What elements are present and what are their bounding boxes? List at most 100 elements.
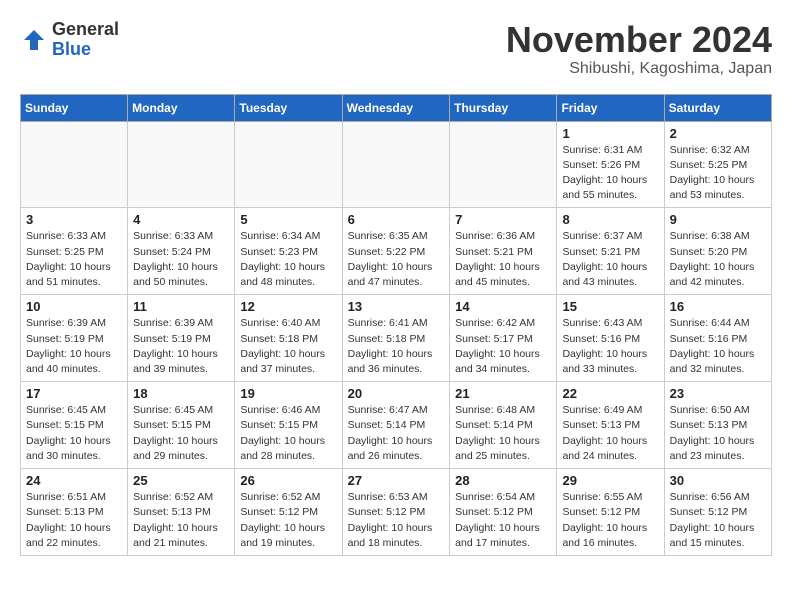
- day-info: Sunrise: 6:48 AM Sunset: 5:14 PM Dayligh…: [455, 403, 551, 464]
- day-number: 22: [562, 386, 658, 401]
- calendar-cell: 24Sunrise: 6:51 AM Sunset: 5:13 PM Dayli…: [21, 469, 128, 556]
- day-number: 21: [455, 386, 551, 401]
- day-info: Sunrise: 6:47 AM Sunset: 5:14 PM Dayligh…: [348, 403, 445, 464]
- day-number: 16: [670, 299, 766, 314]
- day-info: Sunrise: 6:52 AM Sunset: 5:13 PM Dayligh…: [133, 490, 229, 551]
- day-info: Sunrise: 6:33 AM Sunset: 5:24 PM Dayligh…: [133, 229, 229, 290]
- day-info: Sunrise: 6:33 AM Sunset: 5:25 PM Dayligh…: [26, 229, 122, 290]
- day-info: Sunrise: 6:32 AM Sunset: 5:25 PM Dayligh…: [670, 143, 766, 204]
- day-info: Sunrise: 6:51 AM Sunset: 5:13 PM Dayligh…: [26, 490, 122, 551]
- calendar-cell: 1 Sunrise: 6:31 AM Sunset: 5:26 PM Daylig…: [557, 121, 664, 208]
- calendar-cell: [450, 121, 557, 208]
- logo-general: General: [52, 20, 119, 40]
- calendar-cell: 7 Sunrise: 6:36 AM Sunset: 5:21 PM Daylig…: [450, 208, 557, 295]
- day-number: 26: [240, 473, 336, 488]
- day-info: Sunrise: 6:45 AM Sunset: 5:15 PM Dayligh…: [26, 403, 122, 464]
- calendar-cell: 15 Sunrise: 6:43 AM Sunset: 5:16 PM Dayli…: [557, 295, 664, 382]
- weekday-header: Friday: [557, 94, 664, 121]
- day-info: Sunrise: 6:50 AM Sunset: 5:13 PM Dayligh…: [670, 403, 766, 464]
- calendar-cell: 6 Sunrise: 6:35 AM Sunset: 5:22 PM Daylig…: [342, 208, 450, 295]
- logo: General Blue: [20, 20, 119, 60]
- calendar-cell: 12 Sunrise: 6:40 AM Sunset: 5:18 PM Dayli…: [235, 295, 342, 382]
- calendar-cell: 18Sunrise: 6:45 AM Sunset: 5:15 PM Dayli…: [128, 382, 235, 469]
- calendar-table: SundayMondayTuesdayWednesdayThursdayFrid…: [20, 94, 772, 556]
- day-number: 9: [670, 212, 766, 227]
- weekday-header: Tuesday: [235, 94, 342, 121]
- day-number: 12: [240, 299, 336, 314]
- calendar-week-row: 24Sunrise: 6:51 AM Sunset: 5:13 PM Dayli…: [21, 469, 772, 556]
- calendar-week-row: 1 Sunrise: 6:31 AM Sunset: 5:26 PM Daylig…: [21, 121, 772, 208]
- day-number: 29: [562, 473, 658, 488]
- day-number: 2: [670, 126, 766, 141]
- day-number: 20: [348, 386, 445, 401]
- calendar-cell: 29 Sunrise: 6:55 AM Sunset: 5:12 PM Dayli…: [557, 469, 664, 556]
- calendar-cell: 22Sunrise: 6:49 AM Sunset: 5:13 PM Dayli…: [557, 382, 664, 469]
- month-title: November 2024: [506, 20, 772, 60]
- calendar-cell: 11Sunrise: 6:39 AM Sunset: 5:19 PM Dayli…: [128, 295, 235, 382]
- weekday-header: Monday: [128, 94, 235, 121]
- logo-blue: Blue: [52, 40, 119, 60]
- day-info: Sunrise: 6:39 AM Sunset: 5:19 PM Dayligh…: [133, 316, 229, 377]
- day-number: 5: [240, 212, 336, 227]
- day-number: 3: [26, 212, 122, 227]
- calendar-cell: 4 Sunrise: 6:33 AM Sunset: 5:24 PM Daylig…: [128, 208, 235, 295]
- day-number: 27: [348, 473, 445, 488]
- day-number: 6: [348, 212, 445, 227]
- day-number: 14: [455, 299, 551, 314]
- day-number: 17: [26, 386, 122, 401]
- day-number: 23: [670, 386, 766, 401]
- calendar-cell: [128, 121, 235, 208]
- day-info: Sunrise: 6:39 AM Sunset: 5:19 PM Dayligh…: [26, 316, 122, 377]
- day-number: 13: [348, 299, 445, 314]
- weekday-header: Thursday: [450, 94, 557, 121]
- calendar-cell: 8 Sunrise: 6:37 AM Sunset: 5:21 PM Daylig…: [557, 208, 664, 295]
- day-info: Sunrise: 6:40 AM Sunset: 5:18 PM Dayligh…: [240, 316, 336, 377]
- day-number: 30: [670, 473, 766, 488]
- calendar-cell: [235, 121, 342, 208]
- day-info: Sunrise: 6:35 AM Sunset: 5:22 PM Dayligh…: [348, 229, 445, 290]
- day-number: 19: [240, 386, 336, 401]
- day-info: Sunrise: 6:31 AM Sunset: 5:26 PM Dayligh…: [562, 143, 658, 204]
- calendar-cell: 28 Sunrise: 6:54 AM Sunset: 5:12 PM Dayli…: [450, 469, 557, 556]
- calendar-cell: 21 Sunrise: 6:48 AM Sunset: 5:14 PM Dayli…: [450, 382, 557, 469]
- day-number: 15: [562, 299, 658, 314]
- day-info: Sunrise: 6:46 AM Sunset: 5:15 PM Dayligh…: [240, 403, 336, 464]
- day-info: Sunrise: 6:36 AM Sunset: 5:21 PM Dayligh…: [455, 229, 551, 290]
- calendar-cell: 27Sunrise: 6:53 AM Sunset: 5:12 PM Dayli…: [342, 469, 450, 556]
- day-info: Sunrise: 6:43 AM Sunset: 5:16 PM Dayligh…: [562, 316, 658, 377]
- page-header: General Blue November 2024 Shibushi, Kag…: [20, 20, 772, 78]
- calendar-cell: 3 Sunrise: 6:33 AM Sunset: 5:25 PM Daylig…: [21, 208, 128, 295]
- title-block: November 2024 Shibushi, Kagoshima, Japan: [506, 20, 772, 78]
- calendar-cell: [342, 121, 450, 208]
- day-number: 4: [133, 212, 229, 227]
- calendar-week-row: 10Sunrise: 6:39 AM Sunset: 5:19 PM Dayli…: [21, 295, 772, 382]
- calendar-cell: 25Sunrise: 6:52 AM Sunset: 5:13 PM Dayli…: [128, 469, 235, 556]
- calendar-cell: 23 Sunrise: 6:50 AM Sunset: 5:13 PM Dayli…: [664, 382, 771, 469]
- calendar-cell: 17 Sunrise: 6:45 AM Sunset: 5:15 PM Dayli…: [21, 382, 128, 469]
- day-info: Sunrise: 6:54 AM Sunset: 5:12 PM Dayligh…: [455, 490, 551, 551]
- day-info: Sunrise: 6:55 AM Sunset: 5:12 PM Dayligh…: [562, 490, 658, 551]
- day-info: Sunrise: 6:44 AM Sunset: 5:16 PM Dayligh…: [670, 316, 766, 377]
- day-info: Sunrise: 6:37 AM Sunset: 5:21 PM Dayligh…: [562, 229, 658, 290]
- calendar-cell: 16 Sunrise: 6:44 AM Sunset: 5:16 PM Dayli…: [664, 295, 771, 382]
- calendar-cell: 9 Sunrise: 6:38 AM Sunset: 5:20 PM Daylig…: [664, 208, 771, 295]
- day-number: 1: [562, 126, 658, 141]
- day-info: Sunrise: 6:45 AM Sunset: 5:15 PM Dayligh…: [133, 403, 229, 464]
- weekday-header: Wednesday: [342, 94, 450, 121]
- day-info: Sunrise: 6:52 AM Sunset: 5:12 PM Dayligh…: [240, 490, 336, 551]
- day-number: 28: [455, 473, 551, 488]
- calendar-cell: 20 Sunrise: 6:47 AM Sunset: 5:14 PM Dayli…: [342, 382, 450, 469]
- day-number: 8: [562, 212, 658, 227]
- day-info: Sunrise: 6:42 AM Sunset: 5:17 PM Dayligh…: [455, 316, 551, 377]
- calendar-week-row: 17 Sunrise: 6:45 AM Sunset: 5:15 PM Dayli…: [21, 382, 772, 469]
- calendar-cell: 13Sunrise: 6:41 AM Sunset: 5:18 PM Dayli…: [342, 295, 450, 382]
- calendar-cell: 26 Sunrise: 6:52 AM Sunset: 5:12 PM Dayli…: [235, 469, 342, 556]
- day-info: Sunrise: 6:34 AM Sunset: 5:23 PM Dayligh…: [240, 229, 336, 290]
- calendar-cell: 10Sunrise: 6:39 AM Sunset: 5:19 PM Dayli…: [21, 295, 128, 382]
- calendar-cell: 5 Sunrise: 6:34 AM Sunset: 5:23 PM Daylig…: [235, 208, 342, 295]
- day-info: Sunrise: 6:38 AM Sunset: 5:20 PM Dayligh…: [670, 229, 766, 290]
- weekday-header: Saturday: [664, 94, 771, 121]
- logo-icon: [20, 26, 48, 54]
- calendar-cell: 14 Sunrise: 6:42 AM Sunset: 5:17 PM Dayli…: [450, 295, 557, 382]
- day-number: 7: [455, 212, 551, 227]
